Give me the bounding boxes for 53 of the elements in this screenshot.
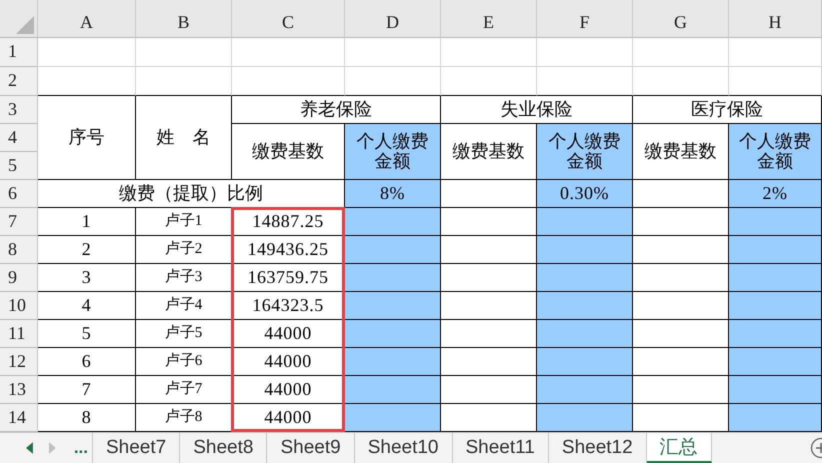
row-header[interactable]: 7 bbox=[0, 208, 38, 236]
sheet-tab[interactable]: Sheet9 bbox=[267, 433, 355, 463]
row-header[interactable]: 10 bbox=[0, 292, 38, 320]
row-header[interactable]: 14 bbox=[0, 404, 38, 432]
previous-sheet-icon[interactable] bbox=[26, 442, 34, 454]
table-cell: 卢子6 bbox=[136, 348, 232, 376]
table-cell: 5 bbox=[38, 320, 136, 348]
sheet-tab[interactable]: Sheet10 bbox=[354, 433, 452, 463]
sheet-tab[interactable]: Sheet8 bbox=[180, 433, 268, 463]
table-cell: 2% bbox=[729, 180, 822, 208]
table-cell: 卢子3 bbox=[136, 264, 232, 292]
row-header[interactable]: 9 bbox=[0, 264, 38, 292]
sheet-tab[interactable]: Sheet7 bbox=[93, 433, 180, 463]
row-header[interactable]: 11 bbox=[0, 320, 38, 348]
column-header[interactable]: A bbox=[38, 0, 136, 38]
table-cell: 3 bbox=[38, 264, 136, 292]
table-cell: 2 bbox=[38, 236, 136, 264]
column-header[interactable]: D bbox=[345, 0, 441, 38]
column-header[interactable]: C bbox=[232, 0, 345, 38]
row-header[interactable]: 13 bbox=[0, 376, 38, 404]
table-cell: 0.30% bbox=[537, 180, 633, 208]
table-header-cell: 姓 名 bbox=[136, 96, 232, 180]
table-cell: 卢子7 bbox=[136, 376, 232, 404]
row-header[interactable]: 8 bbox=[0, 236, 38, 264]
sheet-tab[interactable]: 汇总 bbox=[646, 433, 712, 463]
row-header[interactable]: 3 bbox=[0, 96, 38, 124]
row-header[interactable]: 5 bbox=[0, 152, 38, 180]
column-header[interactable]: F bbox=[537, 0, 633, 38]
column-header[interactable]: G bbox=[633, 0, 729, 38]
table-header-cell: 序号 bbox=[38, 96, 136, 180]
sheet-tab[interactable]: Sheet11 bbox=[452, 433, 549, 463]
table-cell: 卢子1 bbox=[136, 208, 232, 236]
column-header[interactable]: E bbox=[441, 0, 537, 38]
table-header-cell: 个人缴费金额 bbox=[537, 124, 633, 180]
column-header[interactable]: B bbox=[136, 0, 232, 38]
table-cell: 卢子4 bbox=[136, 292, 232, 320]
table-header-cell: 个人缴费金额 bbox=[729, 124, 822, 180]
table-cell: 7 bbox=[38, 376, 136, 404]
row-header[interactable]: 4 bbox=[0, 124, 38, 152]
table-cell: 8% bbox=[345, 180, 441, 208]
table-cell: 4 bbox=[38, 292, 136, 320]
table-cell: 卢子5 bbox=[136, 320, 232, 348]
row-header[interactable]: 12 bbox=[0, 348, 38, 376]
column-header[interactable]: H bbox=[729, 0, 822, 38]
table-header-cell: 个人缴费金额 bbox=[345, 124, 441, 180]
table-cell: 1 bbox=[38, 208, 136, 236]
table-cell: 6 bbox=[38, 348, 136, 376]
table-cell: 卢子2 bbox=[136, 236, 232, 264]
table-cell: 缴费（提取）比例 bbox=[38, 180, 345, 208]
row-header[interactable]: 2 bbox=[0, 67, 38, 96]
more-sheets-button[interactable]: ... bbox=[70, 438, 92, 458]
row-header[interactable]: 6 bbox=[0, 180, 38, 208]
row-header[interactable]: 1 bbox=[0, 38, 38, 67]
